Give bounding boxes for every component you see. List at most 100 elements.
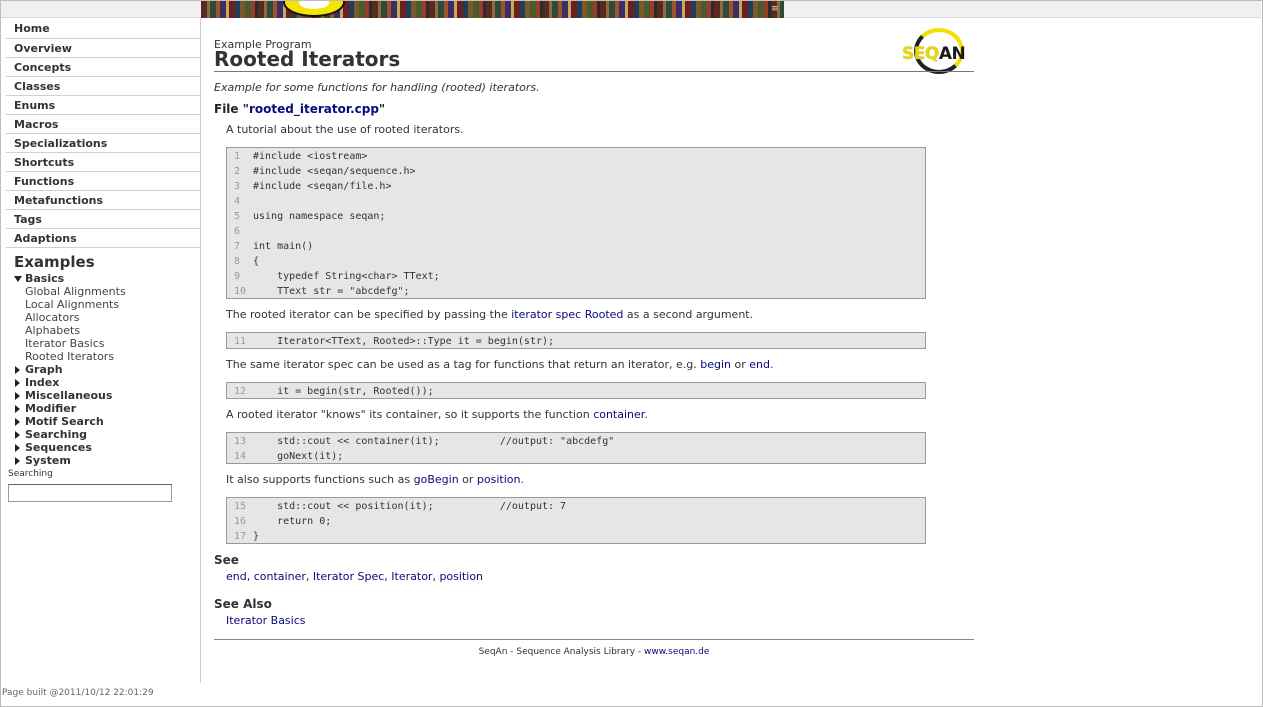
code-line: 9 typedef String<char> TText; bbox=[227, 269, 925, 284]
collapsed-triangle-icon bbox=[15, 430, 20, 439]
see-links: end, container, Iterator Spec, Iterator,… bbox=[226, 570, 483, 583]
code-line: 16 return 0; bbox=[227, 514, 925, 529]
nav-item-metafunctions[interactable]: Metafunctions bbox=[6, 191, 200, 210]
see-link-end[interactable]: end bbox=[226, 570, 247, 583]
code-text: } bbox=[253, 531, 260, 542]
see-link-container[interactable]: container bbox=[254, 570, 306, 583]
expanded-triangle-icon bbox=[14, 275, 22, 282]
nav-item-classes[interactable]: Classes bbox=[6, 77, 200, 96]
line-number: 9 bbox=[234, 271, 241, 282]
code-text: std::cout << container(it); //output: "a… bbox=[253, 436, 615, 447]
page-summary: Example for some functions for handling … bbox=[214, 81, 540, 94]
nav-item-tags[interactable]: Tags bbox=[6, 210, 200, 229]
line-number: 4 bbox=[234, 196, 241, 207]
tree-category-label: Modifier bbox=[25, 402, 77, 415]
link-container[interactable]: container bbox=[593, 408, 644, 421]
line-number: 3 bbox=[234, 181, 241, 192]
code-line: 1 #include <iostream> bbox=[227, 149, 925, 164]
nav-item-shortcuts[interactable]: Shortcuts bbox=[6, 153, 200, 172]
tree-item-rooted-iterators[interactable]: Rooted Iterators bbox=[14, 350, 200, 363]
tree-category-miscellaneous[interactable]: Miscellaneous bbox=[14, 389, 200, 402]
file-line: File "rooted_iterator.cpp" bbox=[214, 102, 386, 116]
nav-item-home[interactable]: Home bbox=[6, 18, 200, 39]
tree-category-graph[interactable]: Graph bbox=[14, 363, 200, 376]
nav-item-adaptions[interactable]: Adaptions bbox=[6, 229, 200, 248]
seqan-logo: SEQAN bbox=[902, 28, 974, 74]
collapsed-categories: Graph Index Miscellaneous Modifier Motif Sea… bbox=[14, 363, 200, 467]
title-divider bbox=[214, 71, 974, 72]
line-number: 13 bbox=[234, 436, 247, 447]
see-also-links: Iterator Basics bbox=[226, 614, 306, 627]
code-text: return 0; bbox=[253, 516, 332, 527]
tree-category-sequences[interactable]: Sequences bbox=[14, 441, 200, 454]
tree-item-alphabets[interactable]: Alphabets bbox=[14, 324, 200, 337]
nav-item-enums[interactable]: Enums bbox=[6, 96, 200, 115]
intro-text: A tutorial about the use of rooted itera… bbox=[226, 123, 464, 136]
tree-category-label: Index bbox=[25, 376, 60, 389]
line-number: 6 bbox=[234, 226, 241, 237]
tree-category-index[interactable]: Index bbox=[14, 376, 200, 389]
logo-text: SEQAN bbox=[902, 44, 966, 64]
code-line: 2 #include <seqan/sequence.h> bbox=[227, 164, 925, 179]
tree-category-searching[interactable]: Searching bbox=[14, 428, 200, 441]
nav-item-macros[interactable]: Macros bbox=[6, 115, 200, 134]
line-number: 10 bbox=[234, 286, 247, 297]
code-line: 14 goNext(it); bbox=[227, 449, 925, 464]
tree-category-label: Searching bbox=[25, 428, 88, 441]
sidebar: Home Overview Concepts Classes Enums Macros Sp… bbox=[6, 18, 201, 683]
search-label: Searching bbox=[8, 469, 53, 479]
see-link-iterator-basics[interactable]: Iterator Basics bbox=[226, 614, 306, 627]
code-text: using namespace seqan; bbox=[253, 211, 386, 222]
tree-item-allocators[interactable]: Allocators bbox=[14, 311, 200, 324]
see-link-position[interactable]: position bbox=[439, 570, 483, 583]
code-text: std::cout << position(it); //output: 7 bbox=[253, 501, 567, 512]
see-link-iterator-spec[interactable]: Iterator Spec bbox=[313, 570, 384, 583]
search-input[interactable] bbox=[8, 484, 172, 502]
code-block-2: 11 Iterator<TText, Rooted>::Type it = be… bbox=[226, 332, 926, 349]
tree-category-motif-search[interactable]: Motif Search bbox=[14, 415, 200, 428]
tree-category-label: System bbox=[25, 454, 71, 467]
link-gobegin[interactable]: goBegin bbox=[414, 473, 459, 486]
collapsed-triangle-icon bbox=[15, 404, 20, 413]
tree-category-basics[interactable]: Basics bbox=[14, 272, 200, 285]
collapsed-triangle-icon bbox=[15, 417, 20, 426]
nav-item-overview[interactable]: Overview bbox=[6, 39, 200, 58]
tree-category-modifier[interactable]: Modifier bbox=[14, 402, 200, 415]
code-text: Iterator<TText, Rooted>::Type it = begin… bbox=[253, 336, 555, 347]
paragraph-tag: The same iterator spec can be used as a … bbox=[226, 358, 774, 371]
tree-item-global-alignments[interactable]: Global Alignments bbox=[14, 285, 200, 298]
link-end[interactable]: end bbox=[749, 358, 770, 371]
link-begin[interactable]: begin bbox=[700, 358, 731, 371]
line-number: 5 bbox=[234, 211, 241, 222]
nav-item-specializations[interactable]: Specializations bbox=[6, 134, 200, 153]
code-line: 13 std::cout << container(it); //output:… bbox=[227, 434, 925, 449]
link-position[interactable]: position bbox=[477, 473, 521, 486]
file-link[interactable]: rooted_iterator.cpp bbox=[249, 102, 379, 116]
code-line: 8{ bbox=[227, 254, 925, 269]
code-text: #include <iostream> bbox=[253, 151, 368, 162]
line-number: 17 bbox=[234, 531, 247, 542]
nav-item-concepts[interactable]: Concepts bbox=[6, 58, 200, 77]
code-block-4: 13 std::cout << container(it); //output:… bbox=[226, 432, 926, 464]
basics-items: Global Alignments Local Alignments Allocat… bbox=[14, 285, 200, 363]
see-link-iterator[interactable]: Iterator bbox=[391, 570, 432, 583]
line-number: 11 bbox=[234, 336, 247, 347]
code-block-1: 1 #include <iostream> 2 #include <seqan/seq… bbox=[226, 147, 926, 299]
tree-item-local-alignments[interactable]: Local Alignments bbox=[14, 298, 200, 311]
tree-item-iterator-basics[interactable]: Iterator Basics bbox=[14, 337, 200, 350]
code-line: 11 Iterator<TText, Rooted>::Type it = be… bbox=[227, 334, 925, 349]
link-iterator-spec-rooted[interactable]: iterator spec Rooted bbox=[511, 308, 623, 321]
nav-item-functions[interactable]: Functions bbox=[6, 172, 200, 191]
code-text: int main() bbox=[253, 241, 314, 252]
line-number: 14 bbox=[234, 451, 247, 462]
code-text: it = begin(str, Rooted()); bbox=[253, 386, 434, 397]
paragraph-container: A rooted iterator "knows" its container,… bbox=[226, 408, 648, 421]
code-line: 3 #include <seqan/file.h> bbox=[227, 179, 925, 194]
code-line: 4 bbox=[227, 194, 925, 209]
tree-category-system[interactable]: System bbox=[14, 454, 200, 467]
footer-link[interactable]: www.seqan.de bbox=[644, 647, 709, 657]
code-text: #include <seqan/file.h> bbox=[253, 181, 392, 192]
examples-title: Examples bbox=[14, 253, 95, 271]
